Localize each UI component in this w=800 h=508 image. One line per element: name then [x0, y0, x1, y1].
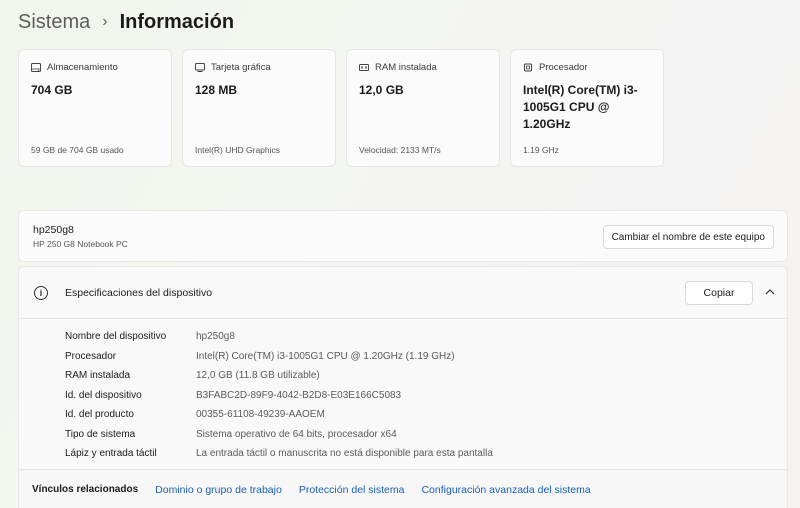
ram-card: RAM instalada 12,0 GB Velocidad: 2133 MT…	[346, 49, 500, 167]
card-label: Almacenamiento	[47, 62, 118, 73]
copy-button[interactable]: Copiar	[685, 281, 753, 305]
card-value: 12,0 GB	[359, 83, 404, 97]
spec-row: Lápiz y entrada táctil La entrada táctil…	[65, 444, 493, 464]
storage-icon	[31, 63, 41, 72]
spec-label: Procesador	[65, 350, 117, 362]
graphics-card-icon	[195, 63, 205, 72]
spec-row: Tipo de sistema Sistema operativo de 64 …	[65, 425, 493, 445]
spec-label: Tipo de sistema	[65, 428, 136, 440]
link-system-protection[interactable]: Protección del sistema	[299, 484, 405, 496]
spec-label: Id. del dispositivo	[65, 389, 142, 401]
spec-value: Sistema operativo de 64 bits, procesador…	[196, 428, 397, 440]
graphics-card: Tarjeta gráfica 128 MB Intel(R) UHD Grap…	[182, 49, 336, 167]
card-label: Tarjeta gráfica	[211, 62, 271, 73]
related-links-title: Vínculos relacionados	[32, 484, 139, 495]
storage-card: Almacenamiento 704 GB 59 GB de 704 GB us…	[18, 49, 172, 167]
spec-value: La entrada táctil o manuscrita no está d…	[196, 448, 493, 460]
device-name-panel: hp250g8 HP 250 G8 Notebook PC Cambiar el…	[18, 210, 788, 262]
spec-row: RAM instalada 12,0 GB (11.8 GB utilizabl…	[65, 366, 493, 386]
spec-value: 12,0 GB (11.8 GB utilizable)	[196, 370, 320, 382]
breadcrumb: Sistema › Información	[18, 8, 234, 36]
spec-row: Nombre del dispositivo hp250g8	[65, 327, 493, 347]
spec-value: Intel(R) Core(TM) i3-1005G1 CPU @ 1.20GH…	[196, 350, 455, 362]
breadcrumb-sistema[interactable]: Sistema	[18, 11, 90, 34]
card-sub: 1.19 GHz	[523, 145, 559, 155]
spec-value: B3FABC2D-89F9-4042-B2D8-E03E166C5083	[196, 389, 402, 401]
processor-icon	[523, 63, 533, 72]
rename-pc-button[interactable]: Cambiar el nombre de este equipo	[602, 225, 774, 249]
processor-card: Procesador Intel(R) Core(TM) i3-1005G1 C…	[510, 49, 664, 167]
card-value: Intel(R) Core(TM) i3-1005G1 CPU @ 1.20GH…	[523, 83, 638, 131]
device-specs-header[interactable]: i Especificaciones del dispositivo Copia…	[19, 267, 787, 319]
spec-label: Id. del producto	[65, 409, 134, 421]
spec-list: Nombre del dispositivo hp250g8 Procesado…	[65, 327, 493, 464]
spec-value: hp250g8	[196, 331, 235, 343]
device-model: HP 250 G8 Notebook PC	[33, 239, 128, 249]
chevron-up-icon[interactable]	[762, 284, 778, 300]
link-advanced-system-settings[interactable]: Configuración avanzada del sistema	[421, 484, 590, 496]
spec-label: Lápiz y entrada táctil	[65, 448, 157, 460]
summary-cards: Almacenamiento 704 GB 59 GB de 704 GB us…	[18, 49, 664, 167]
spec-row: Procesador Intel(R) Core(TM) i3-1005G1 C…	[65, 347, 493, 367]
spec-row: Id. del producto 00355-61108-49239-AAOEM	[65, 405, 493, 425]
ram-icon	[359, 63, 369, 72]
card-label: RAM instalada	[375, 62, 437, 73]
card-value: 128 MB	[195, 83, 238, 97]
card-label: Procesador	[539, 62, 588, 73]
related-links-bar: Vínculos relacionados Dominio o grupo de…	[19, 469, 787, 508]
card-sub: 59 GB de 704 GB usado	[31, 145, 124, 155]
link-domain-workgroup[interactable]: Dominio o grupo de trabajo	[155, 484, 282, 496]
spec-label: Nombre del dispositivo	[65, 331, 167, 343]
page-title: Información	[119, 10, 235, 33]
breadcrumb-chevron-icon: ›	[102, 13, 108, 30]
info-icon: i	[34, 286, 48, 300]
card-sub: Velocidad: 2133 MT/s	[359, 145, 441, 155]
device-specs-title: Especificaciones del dispositivo	[65, 287, 213, 299]
device-name: hp250g8	[33, 224, 74, 236]
spec-value: 00355-61108-49239-AAOEM	[196, 409, 325, 421]
device-specs-panel: i Especificaciones del dispositivo Copia…	[18, 266, 788, 508]
card-value: 704 GB	[31, 83, 73, 97]
spec-row: Id. del dispositivo B3FABC2D-89F9-4042-B…	[65, 386, 493, 406]
card-sub: Intel(R) UHD Graphics	[195, 145, 281, 155]
spec-label: RAM instalada	[65, 370, 131, 382]
